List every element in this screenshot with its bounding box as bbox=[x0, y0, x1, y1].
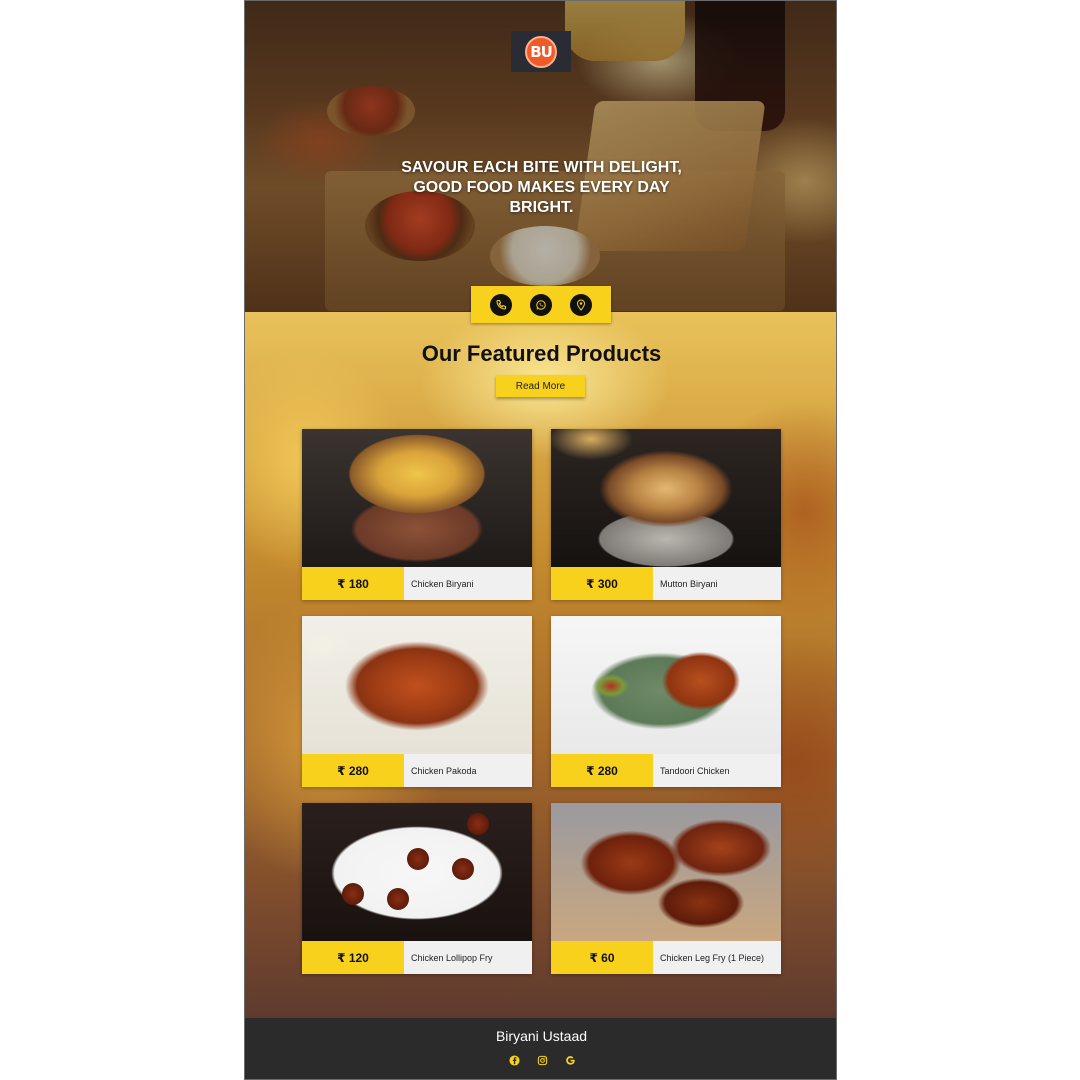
facebook-icon[interactable] bbox=[507, 1053, 521, 1067]
hero-tagline: SAVOUR EACH BITE WITH DELIGHT, GOOD FOOD… bbox=[401, 159, 682, 216]
product-price: ₹ 60 bbox=[551, 941, 653, 974]
phone-icon[interactable] bbox=[490, 293, 512, 316]
mutton-biryani-photo bbox=[551, 429, 781, 567]
product-name: Mutton Biryani bbox=[653, 567, 781, 600]
footer-brand-name: Biryani Ustaad bbox=[495, 1028, 588, 1044]
featured-products-section: Our Featured Products Read More ₹ 180 Ch… bbox=[245, 312, 836, 1018]
instagram-icon[interactable] bbox=[535, 1053, 549, 1067]
chicken-lollipop-photo bbox=[302, 803, 532, 941]
product-name: Chicken Biryani bbox=[404, 567, 532, 600]
product-card[interactable]: ₹ 60 Chicken Leg Fry (1 Piece) bbox=[551, 803, 781, 974]
product-name: Chicken Lollipop Fry bbox=[404, 941, 532, 974]
product-card[interactable]: ₹ 300 Mutton Biryani bbox=[551, 429, 781, 600]
page: BU SAVOUR EACH BITE WITH DELIGHT, GOOD F… bbox=[244, 0, 837, 1080]
product-card[interactable]: ₹ 180 Chicken Biryani bbox=[302, 429, 532, 600]
tandoori-chicken-photo bbox=[551, 616, 781, 754]
chicken-pakoda-photo bbox=[302, 616, 532, 754]
product-price: ₹ 300 bbox=[551, 567, 653, 600]
product-card[interactable]: ₹ 280 Chicken Pakoda bbox=[302, 616, 532, 787]
read-more-button[interactable]: Read More bbox=[496, 375, 585, 397]
product-card[interactable]: ₹ 280 Tandoori Chicken bbox=[551, 616, 781, 787]
product-price: ₹ 280 bbox=[551, 754, 653, 787]
product-name: Chicken Pakoda bbox=[404, 754, 532, 787]
chicken-biryani-photo bbox=[302, 429, 532, 567]
social-links bbox=[507, 1053, 577, 1067]
product-price: ₹ 280 bbox=[302, 754, 404, 787]
hero-banner: BU SAVOUR EACH BITE WITH DELIGHT, GOOD F… bbox=[245, 1, 836, 312]
logo-mark: BU bbox=[525, 35, 557, 68]
product-card[interactable]: ₹ 120 Chicken Lollipop Fry bbox=[302, 803, 532, 974]
whatsapp-icon[interactable] bbox=[530, 293, 552, 316]
google-icon[interactable] bbox=[563, 1053, 577, 1067]
chicken-leg-fry-photo bbox=[551, 803, 781, 941]
product-name: Tandoori Chicken bbox=[653, 754, 781, 787]
contact-bar bbox=[471, 286, 611, 323]
location-pin-icon[interactable] bbox=[570, 293, 592, 316]
product-price: ₹ 120 bbox=[302, 941, 404, 974]
product-price: ₹ 180 bbox=[302, 567, 404, 600]
site-footer: Biryani Ustaad bbox=[245, 1018, 836, 1079]
product-name: Chicken Leg Fry (1 Piece) bbox=[653, 941, 781, 974]
site-logo[interactable]: BU bbox=[511, 31, 571, 72]
section-title: Our Featured Products bbox=[421, 341, 662, 366]
